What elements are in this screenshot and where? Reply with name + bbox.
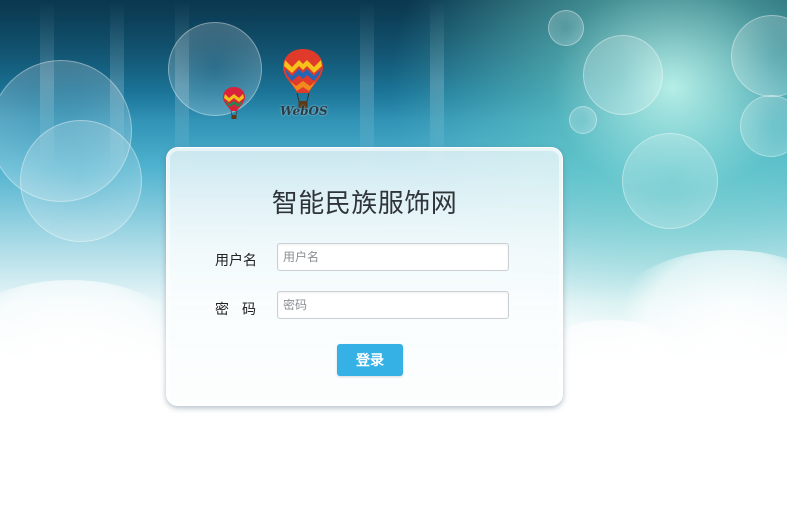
light-ray xyxy=(430,0,444,170)
bokeh-bubble xyxy=(622,133,718,229)
hot-air-balloon-small-icon xyxy=(223,87,245,119)
brand-logo-text: WebOS xyxy=(280,104,328,118)
username-input[interactable] xyxy=(277,243,509,271)
bokeh-bubble xyxy=(20,120,142,242)
site-title: 智能民族服饰网 xyxy=(271,189,458,219)
bokeh-bubble xyxy=(548,10,584,46)
username-label: 用户名 xyxy=(215,253,257,269)
password-label: 密码 xyxy=(215,302,269,318)
login-panel: 智能民族服饰网 用户名 密码 登录 xyxy=(166,147,563,406)
login-page-background: WebOS 智能民族服饰网 用户名 密码 登录 xyxy=(0,0,787,505)
light-ray xyxy=(360,0,374,170)
password-input[interactable] xyxy=(277,291,509,319)
login-button[interactable]: 登录 xyxy=(337,344,403,376)
bokeh-bubble xyxy=(583,35,663,115)
bokeh-bubble xyxy=(569,106,597,134)
hot-air-balloon-logo-icon xyxy=(283,49,323,108)
bokeh-bubble xyxy=(168,22,262,116)
